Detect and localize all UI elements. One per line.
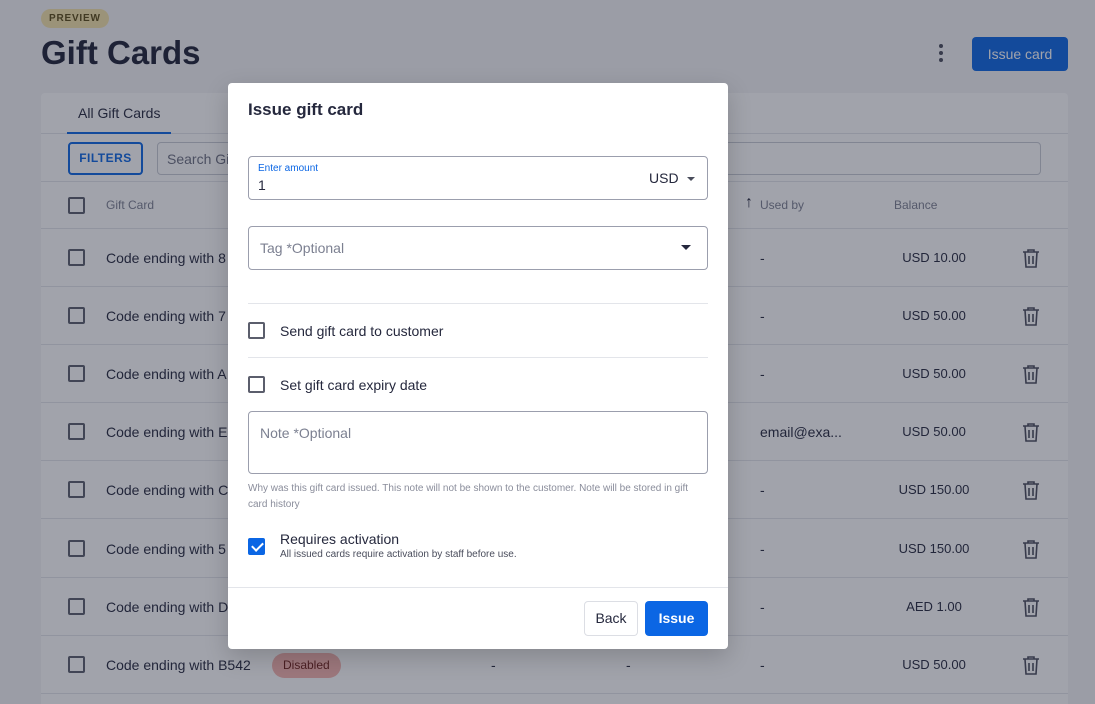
amount-input[interactable]: 1 xyxy=(258,177,266,193)
expiry-date-checkbox[interactable] xyxy=(248,376,265,393)
requires-activation-label[interactable]: Requires activation xyxy=(280,531,399,547)
expiry-date-label[interactable]: Set gift card expiry date xyxy=(280,377,427,393)
send-to-customer-label[interactable]: Send gift card to customer xyxy=(280,323,443,339)
issue-button[interactable]: Issue xyxy=(645,601,708,636)
divider xyxy=(248,303,708,304)
divider xyxy=(248,357,708,358)
tag-placeholder: Tag *Optional xyxy=(260,240,345,256)
dialog-footer-divider xyxy=(228,587,728,588)
dialog-title: Issue gift card xyxy=(248,100,364,119)
issue-gift-card-dialog: Issue gift card Enter amount 1 USD Tag *… xyxy=(228,83,728,649)
note-placeholder: Note *Optional xyxy=(260,425,352,441)
amount-label: Enter amount xyxy=(258,163,319,174)
requires-activation-description: All issued cards require activation by s… xyxy=(280,549,517,560)
send-to-customer-checkbox[interactable] xyxy=(248,322,265,339)
amount-field[interactable]: Enter amount 1 USD xyxy=(248,156,708,200)
currency-select[interactable]: USD xyxy=(649,170,679,186)
tag-select[interactable]: Tag *Optional xyxy=(248,226,708,270)
note-textarea[interactable]: Note *Optional xyxy=(248,411,708,474)
requires-activation-checkbox[interactable] xyxy=(248,538,265,555)
note-helper-text: Why was this gift card issued. This note… xyxy=(248,483,689,510)
back-button[interactable]: Back xyxy=(584,601,638,636)
chevron-down-icon[interactable] xyxy=(681,245,691,250)
chevron-down-icon[interactable] xyxy=(687,177,695,181)
